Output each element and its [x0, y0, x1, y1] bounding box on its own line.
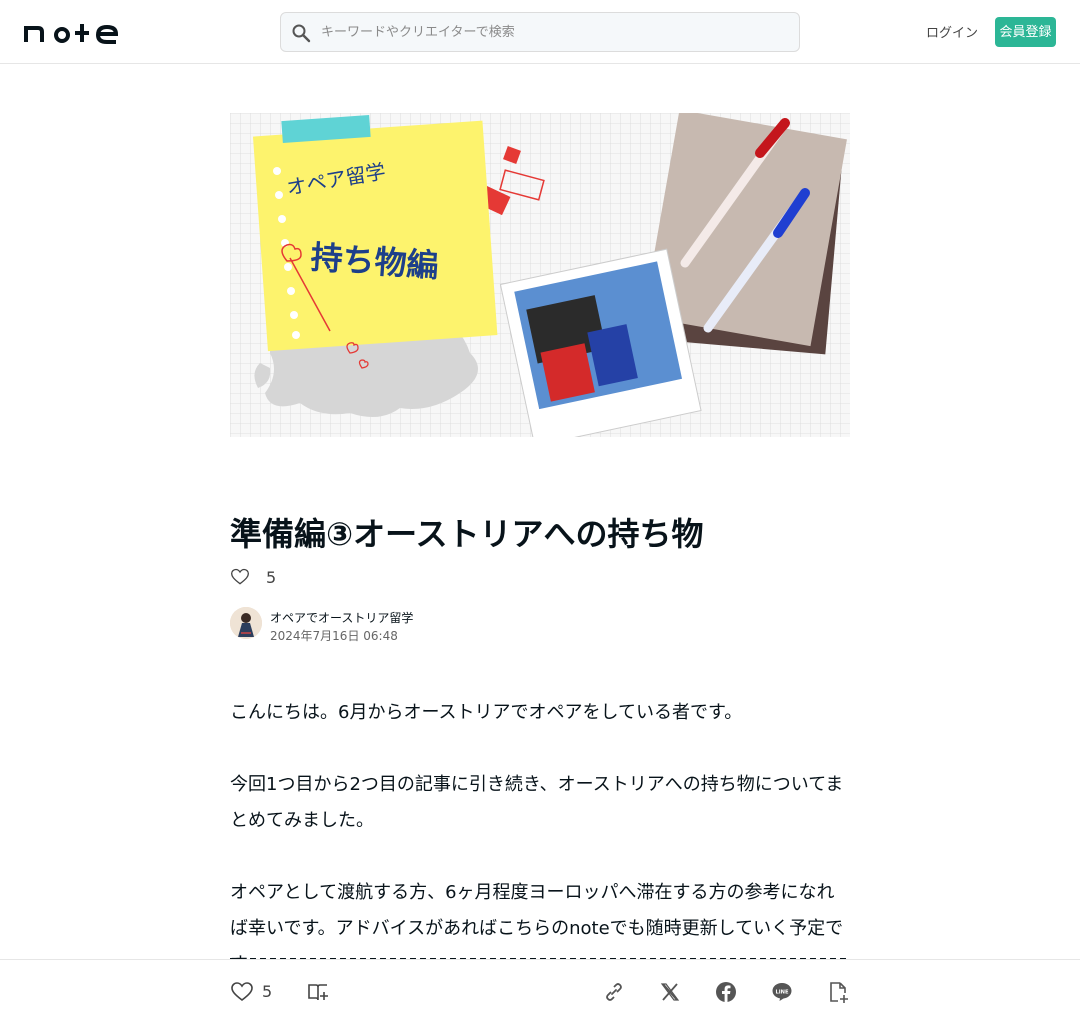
bottom-action-bar: 5 LINE — [0, 959, 1080, 1024]
svg-text:LINE: LINE — [775, 989, 789, 995]
note-logo[interactable] — [24, 20, 124, 44]
paragraph: こんにちは。6月からオーストリアでオペアをしている者です。 — [230, 702, 743, 723]
site-header: ログイン 会員登録 — [0, 0, 1080, 64]
note-add-icon[interactable] — [826, 980, 850, 1004]
like-count: 5 — [266, 567, 277, 587]
facebook-icon[interactable] — [714, 980, 738, 1004]
avatar[interactable] — [230, 607, 262, 639]
search-icon — [292, 24, 311, 43]
x-icon[interactable] — [658, 980, 682, 1004]
heart-icon[interactable] — [230, 567, 250, 587]
heart-icon[interactable] — [230, 980, 254, 1004]
magazine-add-icon[interactable] — [306, 980, 330, 1004]
article-title: 準備編③オーストリアへの持ち物 — [230, 515, 704, 553]
search-input[interactable] — [321, 13, 791, 51]
hero-image: オペア留学 持ち物編 — [230, 113, 850, 437]
search-box[interactable] — [280, 12, 800, 52]
author-name[interactable]: オペアでオーストリア留学 — [270, 609, 413, 626]
publish-date: 2024年7月16日 06:48 — [270, 629, 398, 643]
signup-button[interactable]: 会員登録 — [995, 17, 1056, 47]
line-icon[interactable]: LINE — [770, 980, 794, 1004]
like-summary[interactable]: 5 — [230, 566, 276, 588]
paragraph: 今回1つ目から2つ目の記事に引き続き、オーストリアへの持ち物についてまとめてみま… — [230, 774, 844, 831]
like-count: 5 — [262, 982, 273, 1001]
link-icon[interactable] — [602, 980, 626, 1004]
login-link[interactable]: ログイン — [926, 22, 978, 41]
